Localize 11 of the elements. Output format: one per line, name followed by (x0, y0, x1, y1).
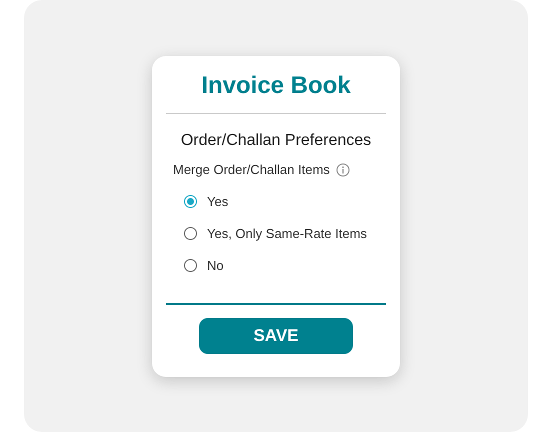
radio-option[interactable]: No (184, 258, 386, 273)
dialog-title: Invoice Book (200, 71, 352, 101)
field-label: Merge Order/Challan Items (173, 162, 330, 177)
info-icon[interactable] (336, 162, 350, 176)
radio-option[interactable]: Yes, Only Same-Rate Items (184, 226, 386, 241)
section-heading: Order/Challan Preferences (180, 132, 372, 150)
radio-option[interactable]: Yes (184, 194, 386, 209)
radio-button[interactable] (184, 227, 197, 240)
save-button[interactable]: SAVE (199, 318, 353, 354)
radio-button[interactable] (184, 195, 197, 208)
radio-button[interactable] (184, 259, 197, 272)
